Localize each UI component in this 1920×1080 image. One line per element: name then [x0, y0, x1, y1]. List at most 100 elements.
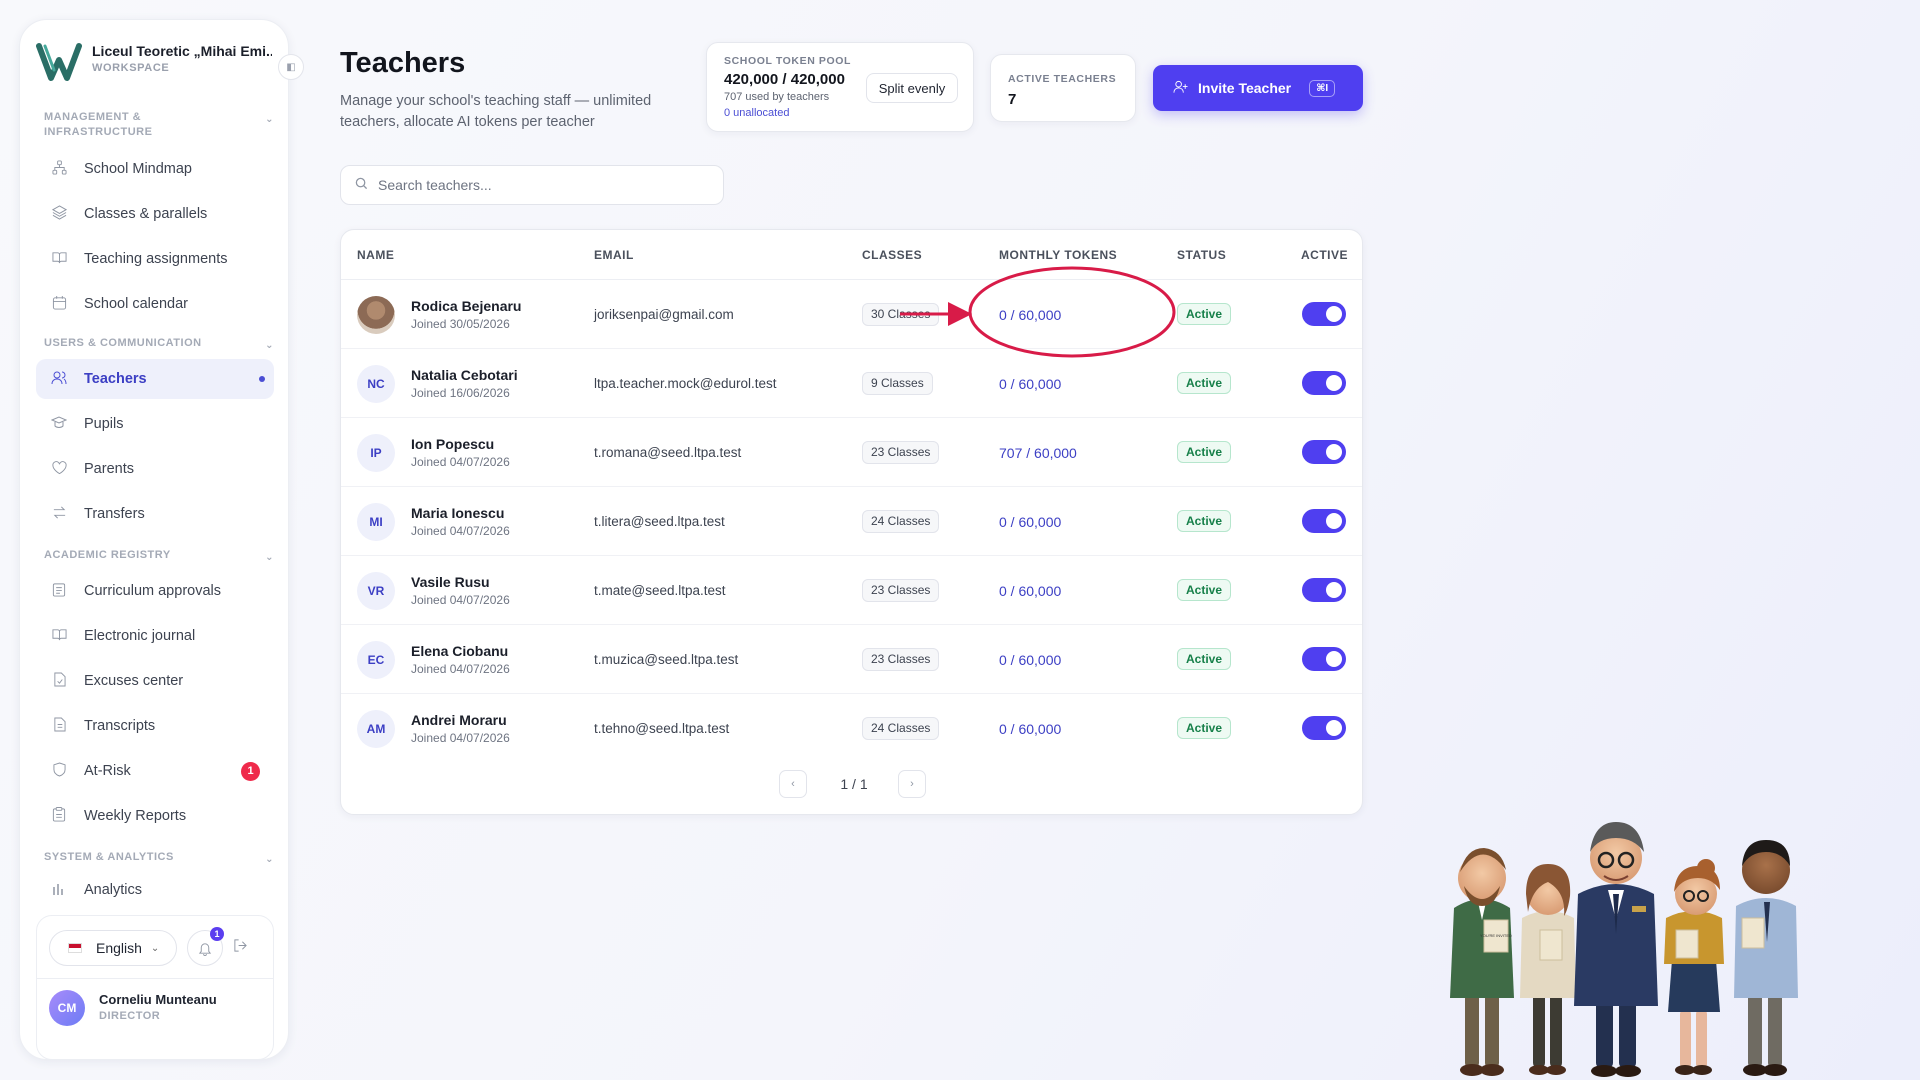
language-select[interactable]: English ⌄: [49, 930, 177, 966]
joined-date: Joined 04/07/2026: [411, 593, 510, 607]
teacher-name[interactable]: Vasile Rusu: [411, 574, 490, 590]
monthly-tokens[interactable]: 0 / 60,000: [999, 307, 1061, 323]
monthly-tokens[interactable]: 0 / 60,000: [999, 652, 1061, 668]
classes-badge[interactable]: 24 Classes: [862, 510, 940, 533]
sidebar-item-school-calendar[interactable]: School calendar: [36, 284, 274, 324]
bell-icon: [198, 942, 212, 956]
toggle-knob: [1326, 582, 1342, 598]
classes-badge[interactable]: 23 Classes: [862, 648, 940, 671]
sidebar-item-at-risk[interactable]: At-Risk 1: [36, 751, 274, 791]
joined-date: Joined 16/06/2026: [411, 386, 510, 400]
table-row[interactable]: VR Vasile Rusu Joined 04/07/2026 t.mate@…: [341, 556, 1362, 625]
teacher-figure: [1574, 822, 1658, 1077]
teacher-name[interactable]: Rodica Bejenaru: [411, 298, 521, 314]
sidebar-item-teachers[interactable]: Teachers: [36, 359, 274, 399]
sidebar-item-transcripts[interactable]: Transcripts: [36, 706, 274, 746]
table-row[interactable]: NC Natalia Cebotari Joined 16/06/2026 lt…: [341, 349, 1362, 418]
logout-icon[interactable]: [233, 938, 248, 956]
active-toggle[interactable]: [1302, 647, 1346, 671]
classes-badge[interactable]: 23 Classes: [862, 579, 940, 602]
classes-badge[interactable]: 9 Classes: [862, 372, 933, 395]
notifications-button[interactable]: 1: [187, 927, 224, 966]
teacher-name[interactable]: Ion Popescu: [411, 436, 494, 452]
avatar: IP: [357, 434, 395, 472]
sidebar-item-classes[interactable]: Classes & parallels: [36, 194, 274, 234]
sidebar-item-label: School calendar: [84, 296, 188, 312]
classes-badge[interactable]: 24 Classes: [862, 717, 940, 740]
monthly-tokens[interactable]: 707 / 60,000: [999, 445, 1077, 461]
teachers-table: NAME EMAIL CLASSES MONTHLY TOKENS STATUS…: [340, 229, 1363, 815]
active-toggle[interactable]: [1302, 371, 1346, 395]
next-page-button[interactable]: ›: [898, 770, 926, 798]
sidebar-item-school-mindmap[interactable]: School Mindmap: [36, 149, 274, 189]
active-toggle[interactable]: [1302, 302, 1346, 326]
table-row[interactable]: EC Elena Ciobanu Joined 04/07/2026 t.muz…: [341, 625, 1362, 694]
monthly-tokens[interactable]: 0 / 60,000: [999, 721, 1061, 737]
teacher-name[interactable]: Maria Ionescu: [411, 505, 504, 521]
section-users[interactable]: USERS & COMMUNICATION ⌄: [44, 336, 274, 351]
active-toggle[interactable]: [1302, 440, 1346, 464]
sidebar-item-curriculum-approvals[interactable]: Curriculum approvals: [36, 571, 274, 611]
sidebar-item-analytics[interactable]: Analytics: [36, 878, 274, 900]
invite-teacher-label: Invite Teacher: [1198, 80, 1292, 96]
column-header-active[interactable]: ACTIVE: [1301, 248, 1348, 262]
split-evenly-button[interactable]: Split evenly: [866, 73, 958, 103]
column-header-name[interactable]: NAME: [357, 248, 394, 262]
workspace-name: Liceul Teoretic „Mihai Emi...: [92, 43, 272, 59]
teacher-name[interactable]: Elena Ciobanu: [411, 643, 508, 659]
sidebar-item-label: Weekly Reports: [84, 808, 187, 824]
table-row[interactable]: AM Andrei Moraru Joined 04/07/2026 t.teh…: [341, 694, 1362, 763]
monthly-tokens[interactable]: 0 / 60,000: [999, 376, 1061, 392]
teacher-figure: [1664, 859, 1724, 1075]
section-system[interactable]: SYSTEM & ANALYTICS ⌄: [44, 850, 274, 865]
shield-icon: [48, 762, 70, 780]
avatar: EC: [357, 641, 395, 679]
collapse-sidebar-icon[interactable]: ◧: [278, 54, 304, 80]
search-input[interactable]: [378, 177, 708, 193]
workspace-label: WORKSPACE: [92, 62, 170, 74]
sidebar-item-label: At-Risk: [84, 763, 131, 779]
table-row[interactable]: IP Ion Popescu Joined 04/07/2026 t.roman…: [341, 418, 1362, 487]
column-header-monthly-tokens[interactable]: MONTHLY TOKENS: [999, 248, 1117, 262]
column-header-email[interactable]: EMAIL: [594, 248, 634, 262]
status-badge: Active: [1177, 648, 1232, 670]
active-toggle[interactable]: [1302, 578, 1346, 602]
classes-badge[interactable]: 23 Classes: [862, 441, 940, 464]
table-row[interactable]: MI Maria Ionescu Joined 04/07/2026 t.lit…: [341, 487, 1362, 556]
table-row[interactable]: Rodica Bejenaru Joined 30/05/2026 joriks…: [341, 280, 1362, 349]
sidebar-item-parents[interactable]: Parents: [36, 449, 274, 489]
monthly-tokens[interactable]: 0 / 60,000: [999, 583, 1061, 599]
column-header-classes[interactable]: CLASSES: [862, 248, 922, 262]
sidebar-item-weekly-reports[interactable]: Weekly Reports: [36, 796, 274, 836]
classes-badge[interactable]: 30 Classes: [862, 303, 940, 326]
joined-date: Joined 04/07/2026: [411, 524, 510, 538]
footer-divider: [37, 978, 273, 979]
active-toggle[interactable]: [1302, 509, 1346, 533]
teacher-email: joriksenpai@gmail.com: [594, 307, 734, 322]
avatar[interactable]: CM: [49, 990, 85, 1026]
search-box[interactable]: [340, 165, 724, 205]
sidebar-item-excuses-center[interactable]: Excuses center: [36, 661, 274, 701]
toggle-knob: [1326, 306, 1342, 322]
teacher-name[interactable]: Andrei Moraru: [411, 712, 507, 728]
sidebar-item-teaching-assignments[interactable]: Teaching assignments: [36, 239, 274, 279]
workspace-switcher[interactable]: Liceul Teoretic „Mihai Emi... WORKSPACE: [36, 40, 276, 84]
sidebar-item-pupils[interactable]: Pupils: [36, 404, 274, 444]
teacher-email: t.mate@seed.ltpa.test: [594, 583, 726, 598]
section-management[interactable]: MANAGEMENT & INFRASTRUCTURE ⌄: [44, 110, 274, 140]
column-header-status[interactable]: STATUS: [1177, 248, 1226, 262]
status-badge: Active: [1177, 372, 1232, 394]
avatar: AM: [357, 710, 395, 748]
section-academic[interactable]: ACADEMIC REGISTRY ⌄: [44, 548, 274, 563]
teacher-figure: [1520, 864, 1576, 1075]
invite-teacher-button[interactable]: Invite Teacher ⌘I: [1153, 65, 1363, 111]
sidebar-item-label: Parents: [84, 461, 134, 477]
chevron-down-icon: ⌄: [150, 942, 160, 954]
sidebar-item-transfers[interactable]: Transfers: [36, 494, 274, 534]
sidebar: Liceul Teoretic „Mihai Emi... WORKSPACE …: [19, 19, 304, 1060]
page-subtitle: Manage your school's teaching staff — un…: [340, 93, 652, 130]
sidebar-item-electronic-journal[interactable]: Electronic journal: [36, 616, 274, 656]
active-toggle[interactable]: [1302, 716, 1346, 740]
monthly-tokens[interactable]: 0 / 60,000: [999, 514, 1061, 530]
teacher-name[interactable]: Natalia Cebotari: [411, 367, 518, 383]
